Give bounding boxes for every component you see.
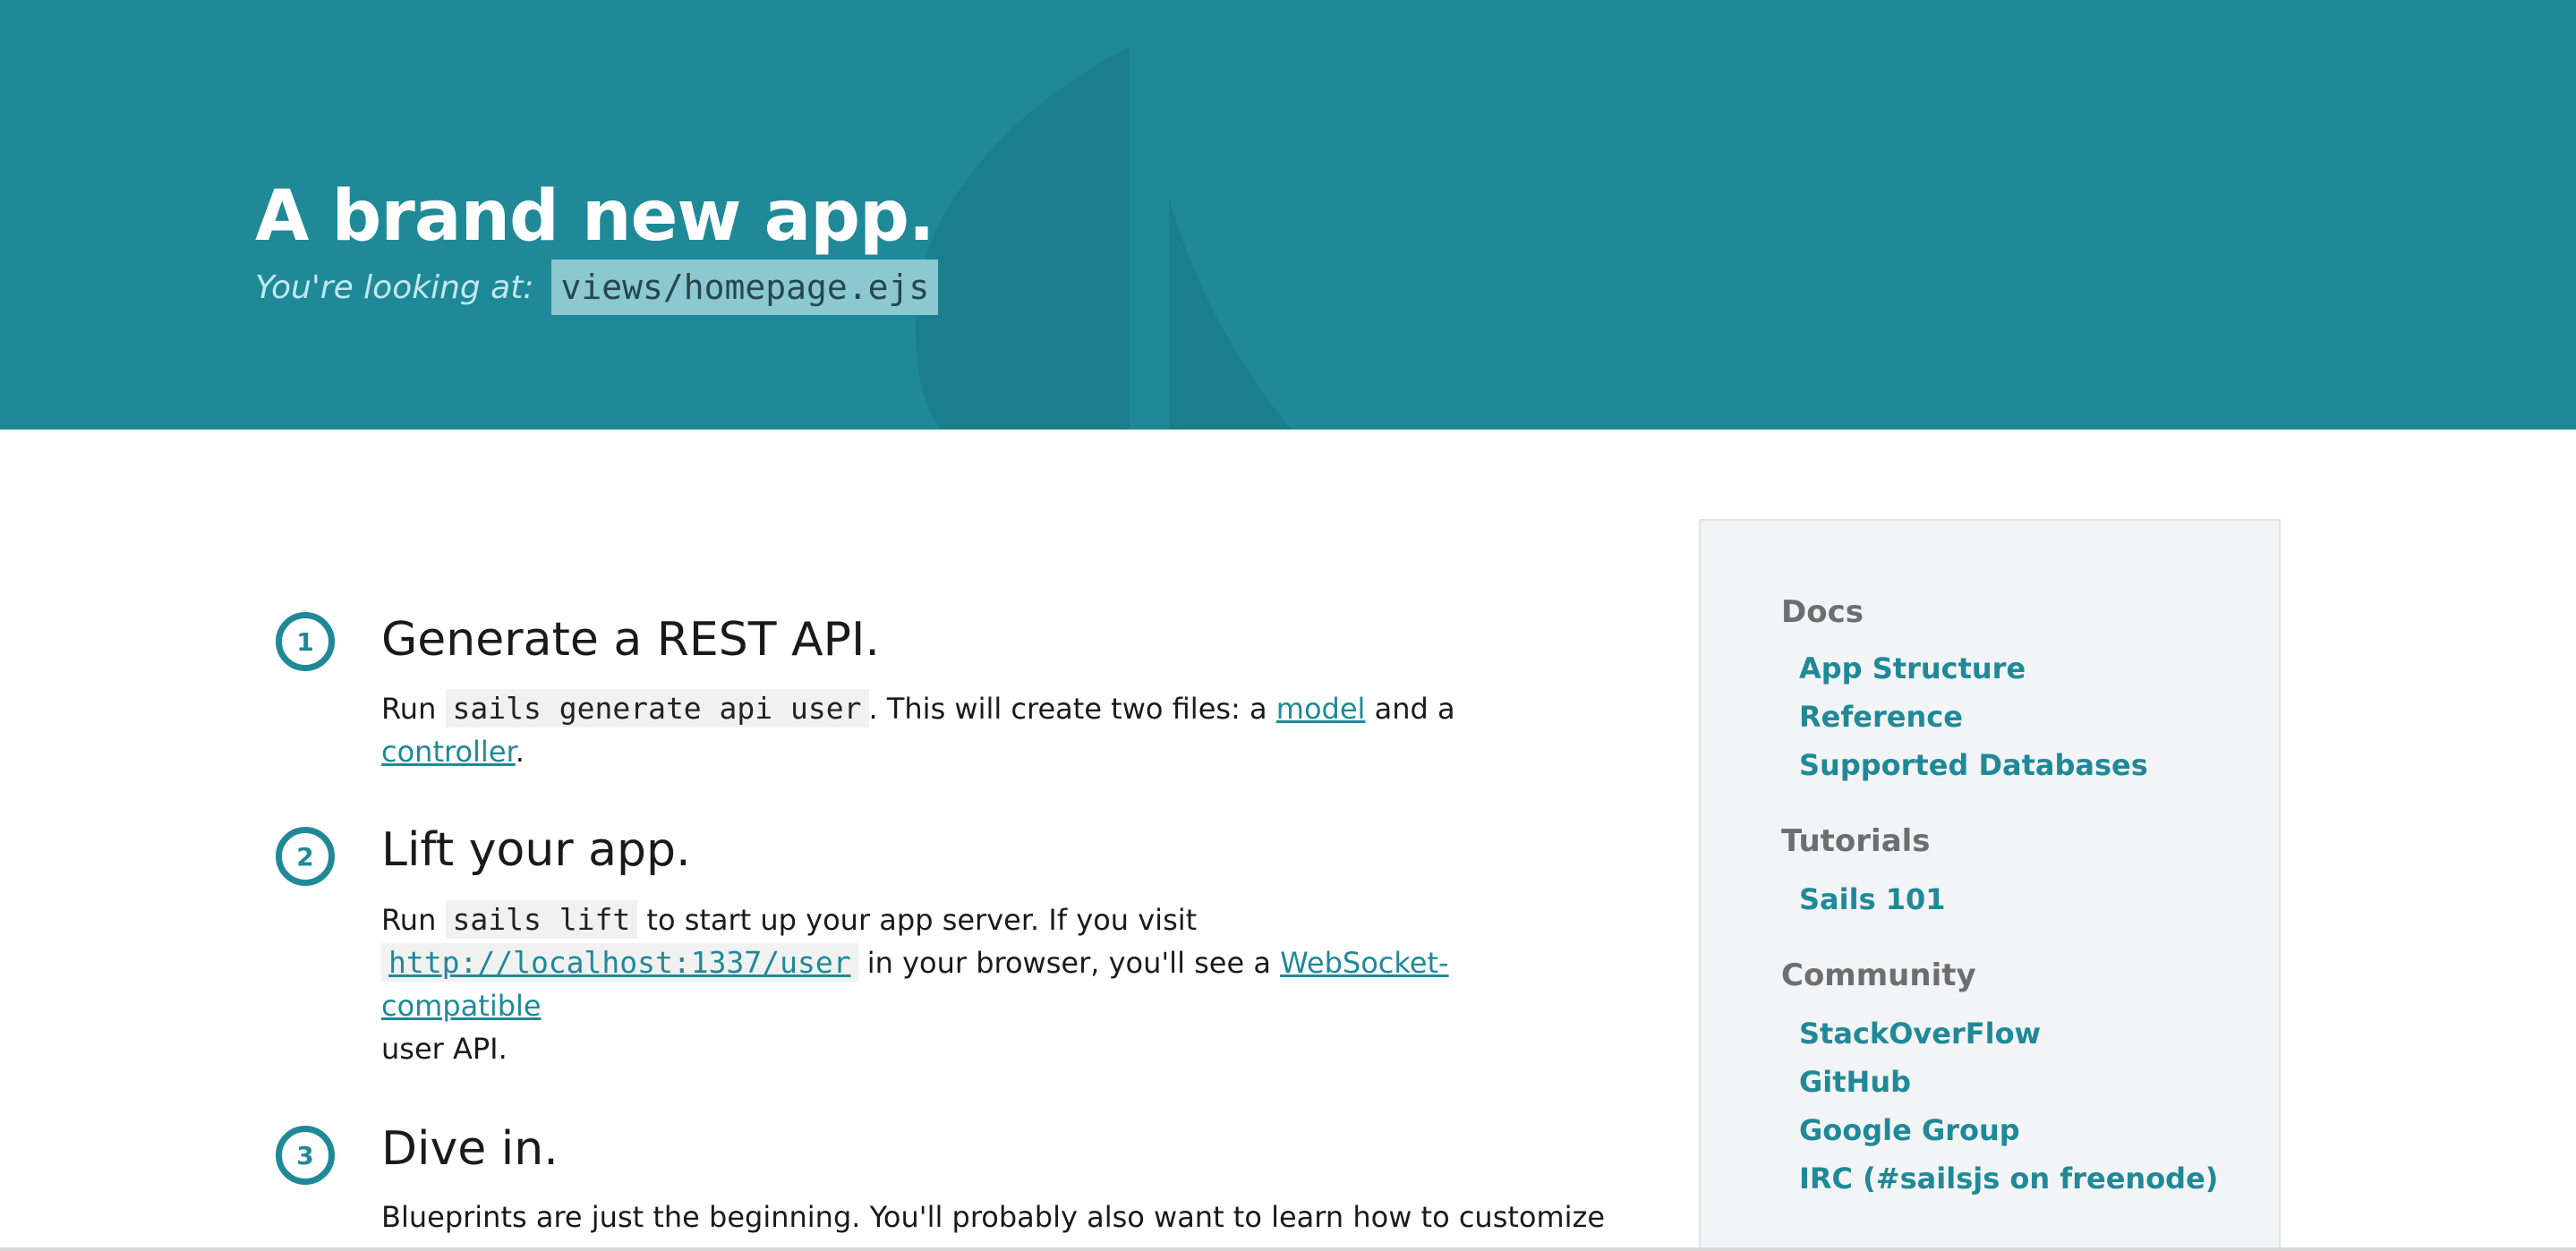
resources-sidebar: Docs App Structure Reference Supported D… (1699, 519, 2281, 1251)
step-2-title: Lift your app. (381, 823, 691, 877)
viewport-bottom-edge (0, 1247, 2576, 1251)
page: A brand new app. You're looking at: view… (0, 0, 2576, 1251)
controller-link[interactable]: controller (381, 735, 516, 769)
step-2-run-text: Run (381, 903, 437, 937)
step-2-number-badge: 2 (276, 827, 335, 886)
sidebar-link-stackoverflow[interactable]: StackOverFlow (1799, 1017, 2041, 1051)
template-path-code: views/homepage.ejs (551, 260, 939, 315)
step-2-end-text: user API. (381, 1032, 508, 1066)
sidebar-link-reference[interactable]: Reference (1799, 700, 1963, 734)
sidebar-heading-community: Community (1781, 957, 1976, 993)
step-2-mid-text: to start up your app server. If you visi… (646, 903, 1198, 937)
step-3-number-badge: 3 (276, 1126, 335, 1185)
sidebar-heading-tutorials: Tutorials (1781, 823, 1931, 859)
template-path-line: You're looking at: views/homepage.ejs (255, 260, 939, 315)
step-1-and-text: and a (1374, 692, 1455, 726)
step-3-text: Blueprints are just the beginning. You'l… (381, 1200, 1606, 1234)
step-1-number-badge: 1 (276, 612, 335, 671)
sidebar-link-irc[interactable]: IRC (#sailsjs on freenode) (1799, 1162, 2218, 1196)
sidebar-link-github[interactable]: GitHub (1799, 1065, 1911, 1099)
sidebar-heading-docs: Docs (1781, 594, 1864, 630)
step-2-browser-text: in your browser, you'll see a (866, 946, 1271, 980)
template-path-label: You're looking at: (255, 268, 534, 306)
step-1-text: Run sails generate api user. This will c… (381, 687, 1572, 773)
step-1-command-code: sails generate api user (445, 689, 869, 728)
page-title: A brand new app. (255, 176, 935, 257)
step-1-run-text: Run (381, 692, 437, 726)
step-3-title: Dive in. (381, 1122, 559, 1176)
sidebar-link-google-group[interactable]: Google Group (1799, 1113, 2020, 1147)
step-2-text: Run sails lift to start up your app serv… (381, 898, 1572, 1070)
hero-header: A brand new app. You're looking at: view… (0, 0, 2576, 430)
step-1-mid-text: . This will create two files: a (868, 692, 1267, 726)
step-1-end-text: . (515, 735, 525, 769)
sidebar-link-sails-101[interactable]: Sails 101 (1799, 882, 1946, 916)
model-link[interactable]: model (1276, 692, 1366, 726)
sidebar-link-supported-databases[interactable]: Supported Databases (1799, 748, 2148, 782)
step-1-title: Generate a REST API. (381, 613, 880, 667)
step-2-command-code: sails lift (445, 900, 638, 939)
localhost-url-link[interactable]: http://localhost:1337/user (381, 943, 858, 982)
sidebar-link-app-structure[interactable]: App Structure (1799, 651, 2026, 685)
